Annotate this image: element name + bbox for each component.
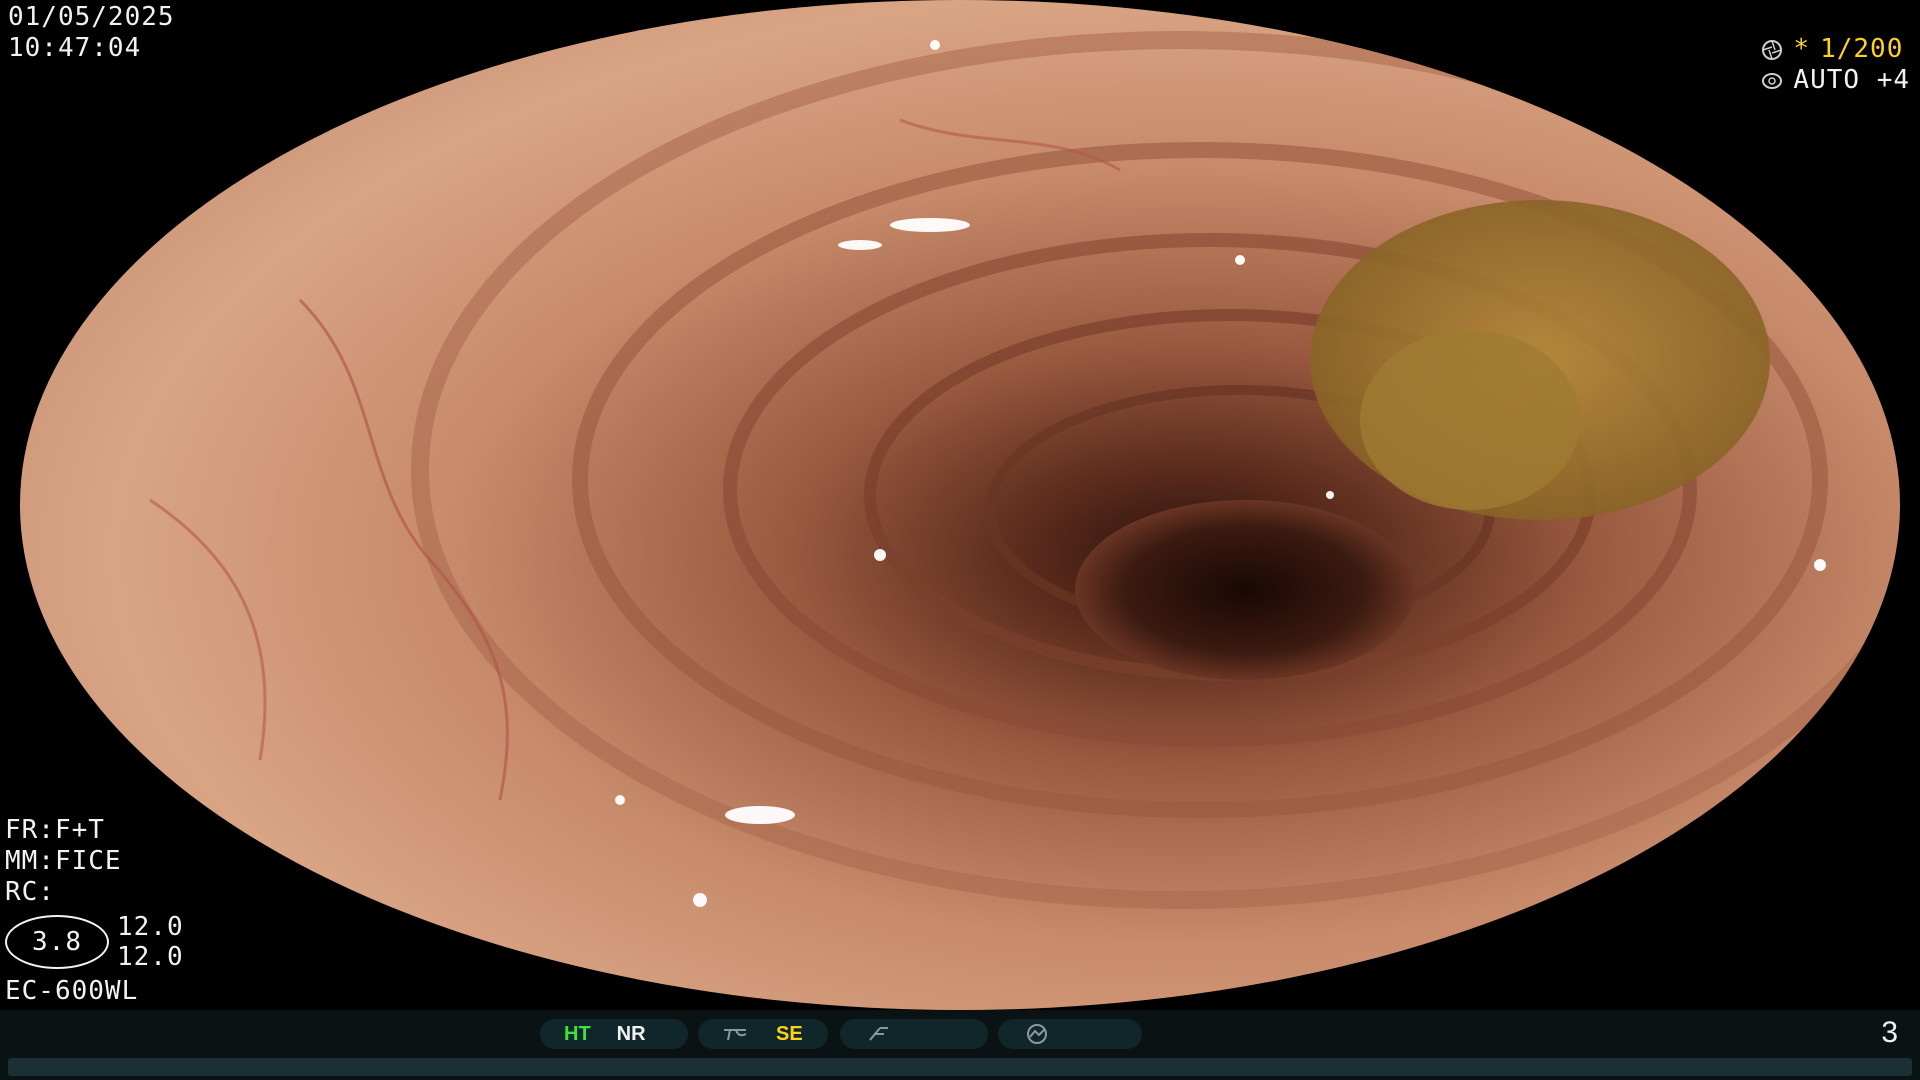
- colon-lumen-image: [20, 0, 1900, 1010]
- settings-overlay: FR:F+T MM:FICE RC: 3.8 12.0 12.0 EC-600W…: [5, 815, 184, 1007]
- record-icon: [1027, 1024, 1047, 1044]
- shutter-icon: [1762, 39, 1783, 60]
- value-bottom: 12.0: [117, 942, 184, 972]
- status-strip: [8, 1058, 1912, 1076]
- rc-label: RC:: [5, 877, 55, 907]
- nr-label: NR: [616, 1022, 646, 1045]
- shutter-row: * 1/200: [1761, 34, 1910, 65]
- structure-enhance-indicator: SE: [698, 1019, 828, 1049]
- time-label: 10:47:04: [8, 33, 142, 63]
- value-top: 12.0: [117, 912, 184, 942]
- iris-value: AUTO +4: [1793, 65, 1910, 95]
- record-indicator: [998, 1019, 1142, 1049]
- datetime-overlay: 01/05/2025 10:47:04: [8, 2, 175, 64]
- shutter-marker: *: [1793, 34, 1811, 64]
- iris-icon: [1762, 72, 1783, 89]
- iris-row: AUTO +4: [1761, 65, 1910, 96]
- freeze-indicator: [840, 1019, 988, 1049]
- exposure-overlay: * 1/200 AUTO +4: [1761, 34, 1910, 96]
- freeze-icon: [869, 1027, 888, 1041]
- mm-label: MM:FICE: [5, 846, 122, 876]
- shutter-value: 1/200: [1820, 34, 1904, 64]
- zoom-value: 3.8: [5, 915, 109, 969]
- structure-enhance-icon: [724, 1029, 747, 1041]
- date-label: 01/05/2025: [8, 2, 175, 32]
- zoom-indicator: 3.8 12.0 12.0: [5, 912, 184, 972]
- page-number: 3: [1881, 1016, 1898, 1049]
- scope-model: EC-600WL: [5, 976, 139, 1006]
- se-label: SE: [776, 1022, 803, 1045]
- ht-nr-indicator: HT NR: [540, 1019, 688, 1049]
- ht-label: HT: [564, 1022, 591, 1045]
- endoscopy-view: 01/05/2025 10:47:04 * 1/200 AUTO +4 FR:F…: [0, 0, 1920, 1010]
- fr-label: FR:F+T: [5, 815, 105, 845]
